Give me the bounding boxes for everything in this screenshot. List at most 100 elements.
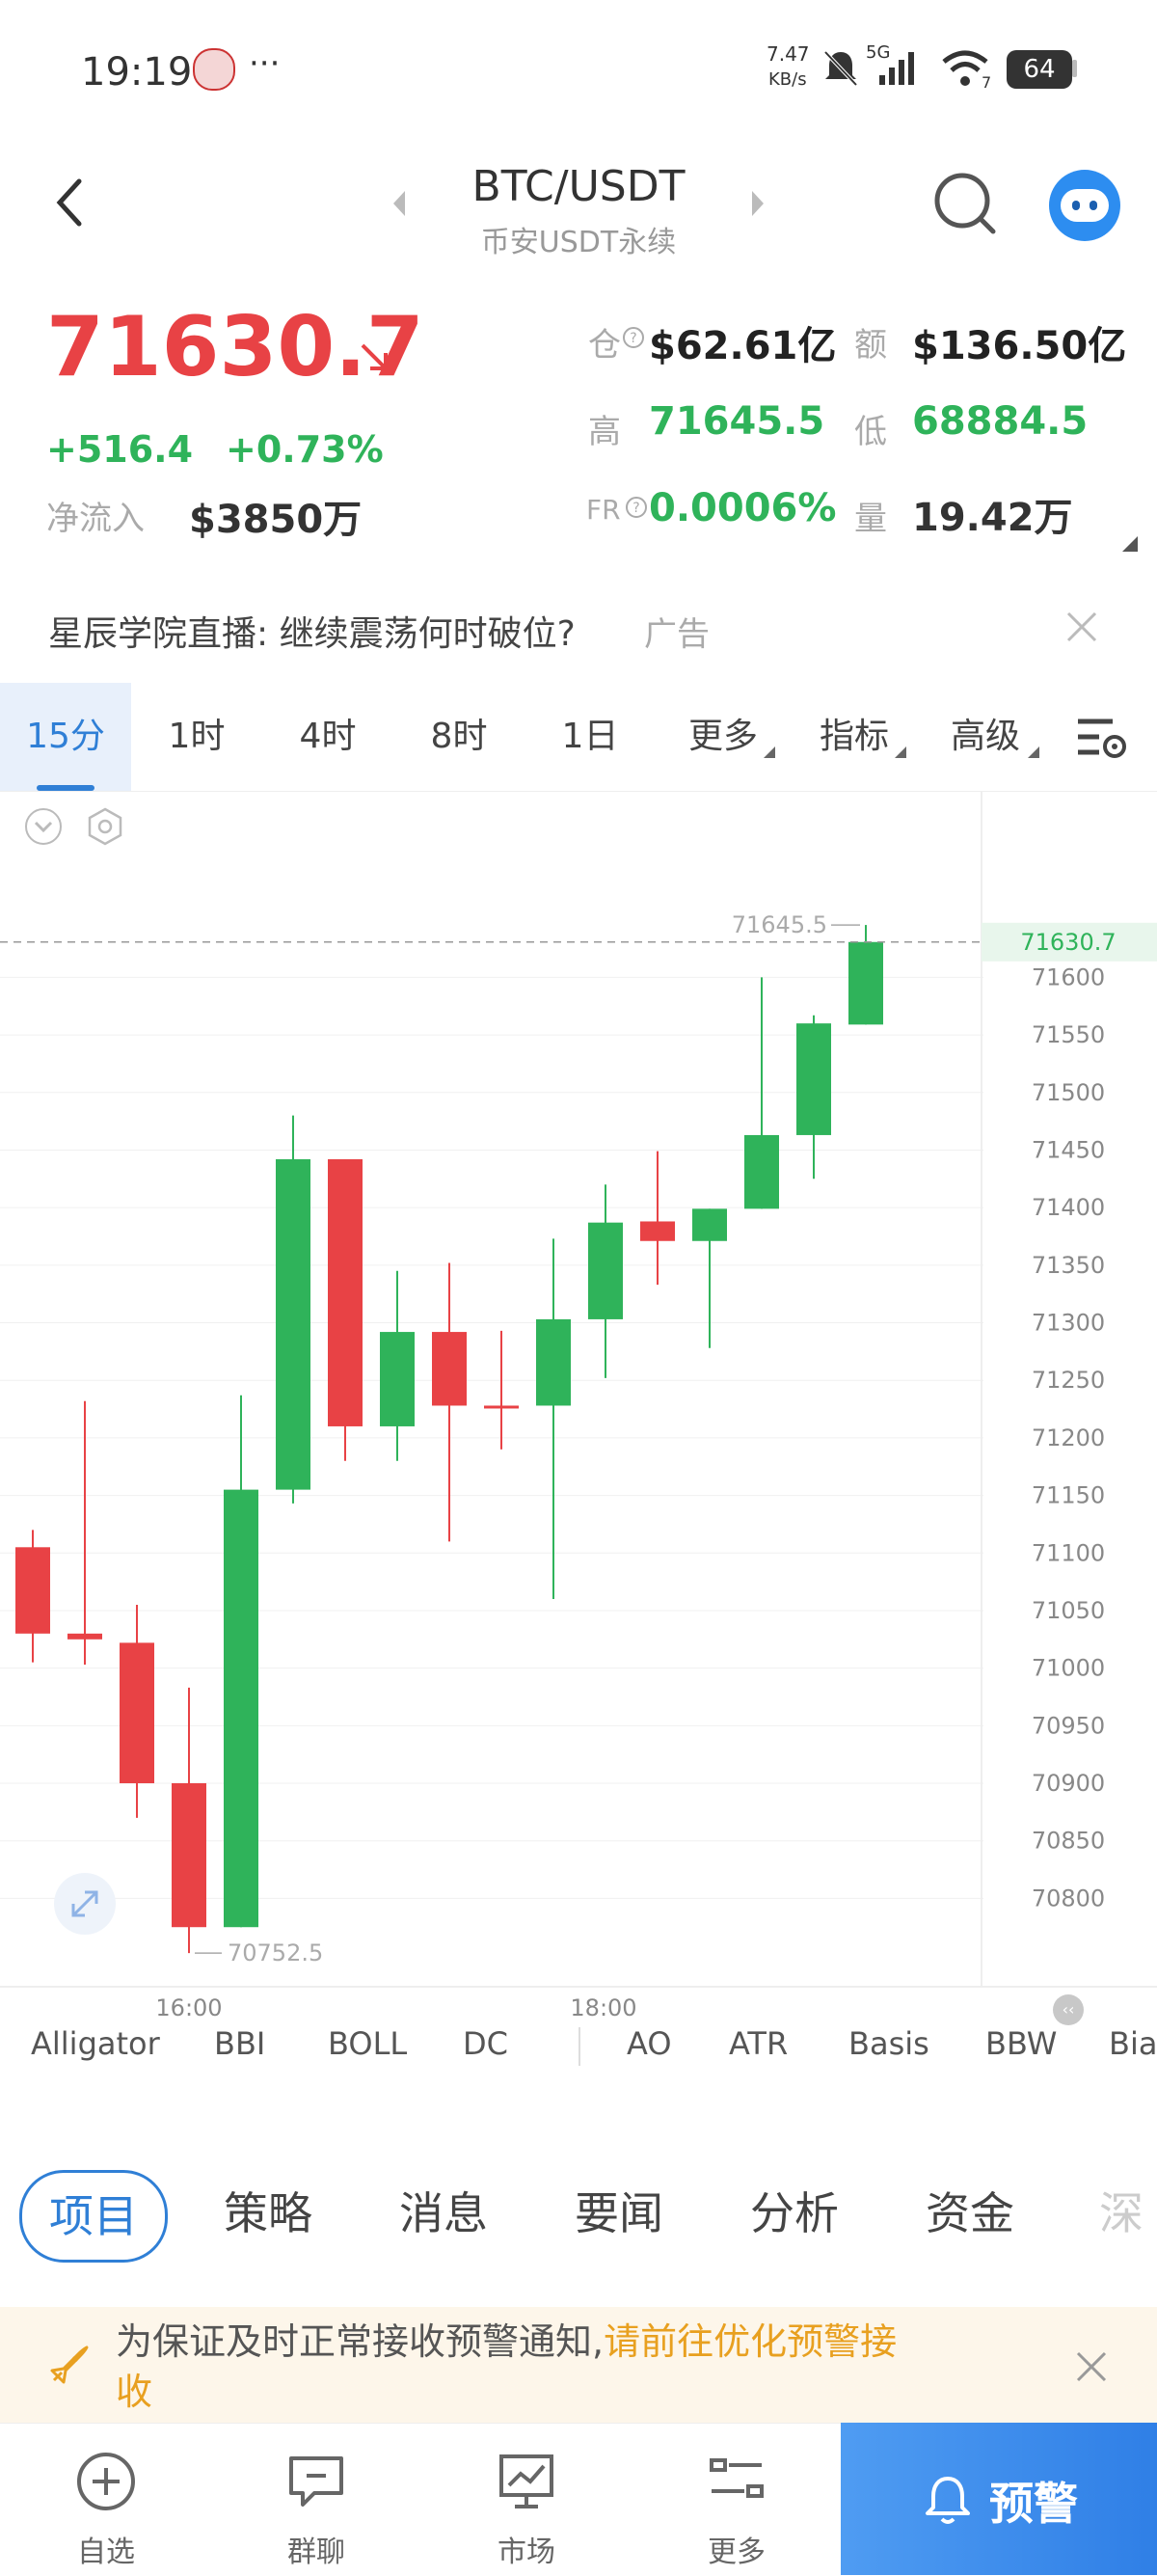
more-dropdown-icon <box>764 746 775 758</box>
subtab-news[interactable]: 消息 <box>399 2170 488 2257</box>
price-alert-button[interactable]: 预警 <box>841 2423 1157 2575</box>
subtab-funds[interactable]: 资金 <box>926 2170 1014 2257</box>
x-tick-label: 18:00 <box>570 1994 636 2021</box>
low-marker-label: 70752.5 <box>228 1939 323 1966</box>
svg-text:?: ? <box>632 501 639 516</box>
content-tabs: 项目 策略 消息 要闻 分析 资金 深 <box>0 2170 1157 2276</box>
y-tick-label: 71300 <box>1032 1310 1105 1337</box>
fullscreen-icon <box>71 1890 98 1917</box>
x-tick-label: 16:00 <box>155 1994 222 2021</box>
y-tick-label: 70850 <box>1032 1828 1105 1855</box>
candle-down <box>120 1642 154 1784</box>
tab-advanced[interactable]: 高级 <box>928 683 1043 791</box>
settings-hex-icon[interactable] <box>85 806 125 847</box>
expand-corner-icon[interactable] <box>1122 536 1138 552</box>
more-dots-icon: ··· <box>249 44 281 83</box>
alert-link[interactable]: 请前往优化预警接 <box>604 2320 897 2363</box>
price-alert-label: 预警 <box>989 2478 1078 2530</box>
nav-chat[interactable]: 群聊 <box>220 2424 413 2576</box>
netflow-value: $3850万 <box>189 498 363 542</box>
signal-icon <box>879 52 914 85</box>
candlestick-chart[interactable]: 71600 71550 71500 71450 71400 71350 71300 71250… <box>0 791 1157 2025</box>
subtab-analysis[interactable]: 分析 <box>750 2170 839 2257</box>
y-tick-label: 71050 <box>1032 1597 1105 1624</box>
fullscreen-button[interactable] <box>54 1873 116 1935</box>
ad-notice[interactable]: 星辰学院直播: 继续震荡何时破位? 广告 <box>0 579 1157 675</box>
fr-info-icon[interactable]: ? <box>625 496 648 519</box>
vol-value: 19.42万 <box>912 496 1073 540</box>
indicator-bias[interactable]: Bia <box>1109 2025 1157 2062</box>
y-tick-label: 70800 <box>1032 1885 1105 1912</box>
indicator-alligator[interactable]: Alligator <box>31 2025 160 2062</box>
clock: 19:19 <box>81 50 193 95</box>
status-bar: 19:19 ··· 7.47 KB/s 5G 7 64 <box>0 0 1157 135</box>
alert-close-icon[interactable] <box>1074 2349 1109 2384</box>
robot-avatar-icon[interactable] <box>1049 170 1120 241</box>
subtab-depth[interactable]: 深 <box>1099 2170 1144 2257</box>
tab-8h[interactable]: 8时 <box>393 683 525 791</box>
candle-up <box>588 1222 623 1319</box>
candle-up <box>796 1023 831 1135</box>
current-price-label: 71630.7 <box>1020 929 1116 956</box>
tab-1h[interactable]: 1时 <box>131 683 262 791</box>
alert-permission-bar[interactable]: 为保证及时正常接收预警通知,请前往优化预警接收 <box>0 2307 1157 2423</box>
y-tick-label: 71150 <box>1032 1482 1105 1509</box>
y-tick-label: 71400 <box>1032 1194 1105 1221</box>
notice-text[interactable]: 星辰学院直播: 继续震荡何时破位? <box>48 606 576 656</box>
fr-value: 0.0006% <box>649 486 837 530</box>
nav-watchlist[interactable]: 自选 <box>10 2424 202 2576</box>
close-icon[interactable] <box>1064 610 1099 644</box>
y-tick-label: 70950 <box>1032 1712 1105 1739</box>
candle-up <box>536 1318 571 1406</box>
nav-market[interactable]: 市场 <box>430 2424 623 2576</box>
chart-settings-icon[interactable] <box>1074 714 1128 762</box>
indicator-ao[interactable]: AO <box>627 2025 672 2062</box>
advanced-dropdown-icon <box>1028 746 1039 758</box>
search-icon[interactable] <box>931 170 999 237</box>
indicator-bbw[interactable]: BBW <box>985 2025 1057 2062</box>
info-icon[interactable]: ? <box>622 326 645 349</box>
subtab-project[interactable]: 项目 <box>19 2170 168 2263</box>
y-tick-label: 71100 <box>1032 1539 1105 1566</box>
tab-indicators[interactable]: 指标 <box>796 683 912 791</box>
prev-pair-icon[interactable] <box>390 189 409 218</box>
tab-15m[interactable]: 15分 <box>0 683 131 791</box>
nav-more[interactable]: 更多 <box>640 2424 833 2576</box>
more-sliders-icon <box>710 2458 764 2498</box>
battery-level: 64 <box>1023 55 1056 84</box>
indicator-atr[interactable]: ATR <box>729 2025 788 2062</box>
indicator-dc[interactable]: DC <box>463 2025 508 2062</box>
candle-up <box>276 1159 310 1490</box>
tab-more[interactable]: 更多 <box>665 683 781 791</box>
mute-bell-icon <box>823 50 858 87</box>
indicator-divider <box>578 2027 580 2066</box>
candle-down <box>15 1547 50 1634</box>
amount-value: $136.50亿 <box>912 324 1127 368</box>
indicator-basis[interactable]: Basis <box>848 2025 929 2062</box>
collapse-icon[interactable] <box>23 806 64 847</box>
y-tick-label: 71250 <box>1032 1367 1105 1394</box>
indicator-boll[interactable]: BOLL <box>328 2025 407 2062</box>
subtab-strategy[interactable]: 策略 <box>224 2170 312 2257</box>
indicator-bbi[interactable]: BBI <box>214 2025 265 2062</box>
tab-4h[interactable]: 4时 <box>262 683 393 791</box>
pair-title[interactable]: BTC/USDT <box>424 162 733 211</box>
next-pair-icon[interactable] <box>748 189 767 218</box>
y-tick-label: 71000 <box>1032 1655 1105 1682</box>
oi-label: 仓 <box>588 326 621 365</box>
timeframe-tabs: 15分 1时 4时 8时 1日 更多 指标 高级 <box>0 683 1157 792</box>
alert-link-cont[interactable]: 收 <box>116 2371 152 2413</box>
high-label: 高 <box>588 413 621 451</box>
subtab-headlines[interactable]: 要闻 <box>575 2170 663 2257</box>
down-arrow-icon <box>361 343 388 370</box>
candle-up <box>848 941 883 1025</box>
y-tick-label: 71200 <box>1032 1424 1105 1451</box>
y-tick-label: 71550 <box>1032 1021 1105 1048</box>
chart-svg[interactable]: 71600 71550 71500 71450 71400 71350 71300 71250… <box>0 791 1157 2025</box>
scroll-to-latest-button[interactable]: ‹‹ <box>1053 1994 1084 2025</box>
change-percent: +0.73% <box>226 428 384 471</box>
indicator-row: Alligator BBI BOLL DC AO ATR Basis BBW B… <box>0 2025 1157 2102</box>
candle-up <box>744 1134 779 1209</box>
tab-1d[interactable]: 1日 <box>525 683 656 791</box>
back-icon[interactable] <box>50 174 89 231</box>
